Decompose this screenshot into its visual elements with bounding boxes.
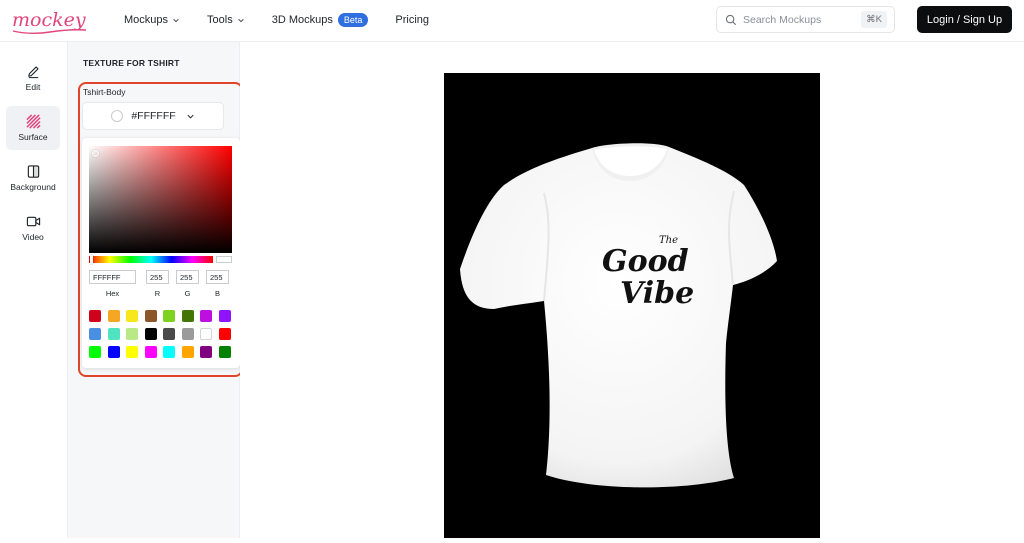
preset-color-swatch[interactable] (107, 346, 120, 358)
preset-color-swatch[interactable] (107, 328, 120, 340)
svg-text:Good: Good (602, 244, 689, 279)
left-tool-rail: Edit Surface Background Video (0, 42, 68, 538)
hex-label: Hex (105, 289, 120, 298)
rail-item-surface-label: Surface (18, 132, 48, 142)
search-input[interactable] (743, 13, 853, 26)
preset-color-swatch[interactable] (89, 346, 101, 358)
texture-panel: TEXTURE FOR TSHIRT Tshirt-Body #FFFFFF F… (68, 42, 243, 538)
preset-color-swatch[interactable] (181, 328, 194, 340)
hue-slider[interactable] (89, 255, 213, 264)
saturation-cursor[interactable] (92, 150, 99, 157)
rail-item-surface[interactable]: Surface (6, 106, 60, 150)
login-signup-button[interactable]: Login / Sign Up (917, 6, 1012, 33)
preset-color-swatch[interactable] (218, 328, 231, 340)
color-preview-swatch (216, 256, 232, 263)
preset-color-swatch[interactable] (144, 310, 157, 322)
panel-title: TEXTURE FOR TSHIRT (83, 58, 180, 68)
mockey-logo[interactable]: mockey (10, 4, 90, 36)
color-swatch (111, 110, 124, 122)
preset-color-swatch[interactable] (89, 310, 101, 322)
beta-badge: Beta (337, 13, 369, 27)
red-input[interactable]: 255 (146, 270, 169, 284)
preset-color-swatch[interactable] (218, 310, 231, 322)
red-label: R (154, 289, 161, 298)
nav-3d-mockups-label: 3D Mockups (271, 14, 333, 26)
nav-mockups[interactable]: Mockups (124, 14, 180, 26)
preset-color-swatch[interactable] (218, 346, 231, 358)
preset-color-swatch[interactable] (144, 328, 157, 340)
chevron-down-icon (173, 18, 179, 23)
nav-mockups-label: Mockups (124, 14, 169, 26)
background-icon (27, 165, 39, 178)
rail-item-video-label: Video (22, 232, 44, 242)
canvas-area: The Good Vibe (240, 42, 1024, 538)
svg-text:Vibe: Vibe (620, 276, 694, 311)
preset-color-swatch[interactable] (163, 310, 175, 322)
rail-item-edit[interactable]: Edit (6, 56, 60, 100)
preset-color-swatch[interactable] (200, 310, 212, 322)
hue-slider-handle[interactable] (90, 255, 93, 264)
hex-input[interactable]: FFFFFF (89, 270, 136, 284)
nav-tools[interactable]: Tools (207, 14, 245, 26)
preset-color-swatch[interactable] (126, 328, 138, 340)
color-dropdown[interactable]: #FFFFFF (82, 102, 224, 130)
saturation-area[interactable] (89, 146, 232, 253)
rail-item-edit-label: Edit (25, 82, 41, 92)
nav-3d-mockups[interactable]: 3D Mockups Beta (272, 13, 369, 27)
chevron-down-icon (237, 18, 244, 23)
main-nav: Mockups Tools 3D Mockups Beta Pricing (124, 0, 456, 40)
preset-color-swatch[interactable] (200, 328, 212, 340)
rail-item-video[interactable]: Video (6, 206, 60, 250)
rail-item-background[interactable]: Background (6, 156, 60, 200)
tshirt-mockup-image: The Good Vibe (460, 143, 777, 488)
top-navbar: mockey Mockups Tools 3D Mockups Beta Pri… (0, 0, 1024, 42)
rail-item-background-label: Background (10, 182, 56, 192)
preset-color-swatch[interactable] (181, 310, 194, 322)
nav-tools-label: Tools (207, 14, 233, 26)
preset-color-swatch[interactable] (107, 310, 120, 322)
preset-color-swatch[interactable] (89, 328, 101, 340)
preset-color-swatch[interactable] (126, 310, 138, 322)
search-box[interactable]: ⌘K (716, 6, 895, 33)
mockup-preview[interactable]: The Good Vibe (444, 73, 820, 538)
texture-icon (25, 114, 41, 129)
nav-pricing[interactable]: Pricing (395, 14, 429, 26)
search-shortcut-hint: ⌘K (861, 11, 887, 28)
preset-color-swatch[interactable] (181, 346, 194, 358)
selected-color-value: #FFFFFF (131, 110, 176, 122)
color-picker: FFFFFF 255 255 255 Hex R G B (82, 138, 240, 368)
search-icon (725, 14, 737, 25)
preset-color-swatch[interactable] (163, 346, 175, 358)
pencil-icon (27, 66, 39, 79)
preset-color-swatch[interactable] (200, 346, 212, 358)
preset-color-swatch[interactable] (126, 346, 138, 358)
part-label: Tshirt-Body (83, 87, 126, 97)
preset-color-swatch[interactable] (163, 328, 175, 340)
blue-input[interactable]: 255 (206, 270, 229, 284)
preset-color-swatch[interactable] (144, 346, 157, 358)
green-input[interactable]: 255 (176, 270, 199, 284)
video-icon (26, 216, 40, 227)
green-label: G (184, 289, 191, 298)
blue-label: B (214, 289, 220, 298)
svg-text:mockey: mockey (12, 9, 86, 31)
mockey-logo-wordmark: mockey (12, 9, 87, 34)
chevron-down-icon (187, 114, 194, 119)
nav-pricing-label: Pricing (395, 14, 429, 26)
